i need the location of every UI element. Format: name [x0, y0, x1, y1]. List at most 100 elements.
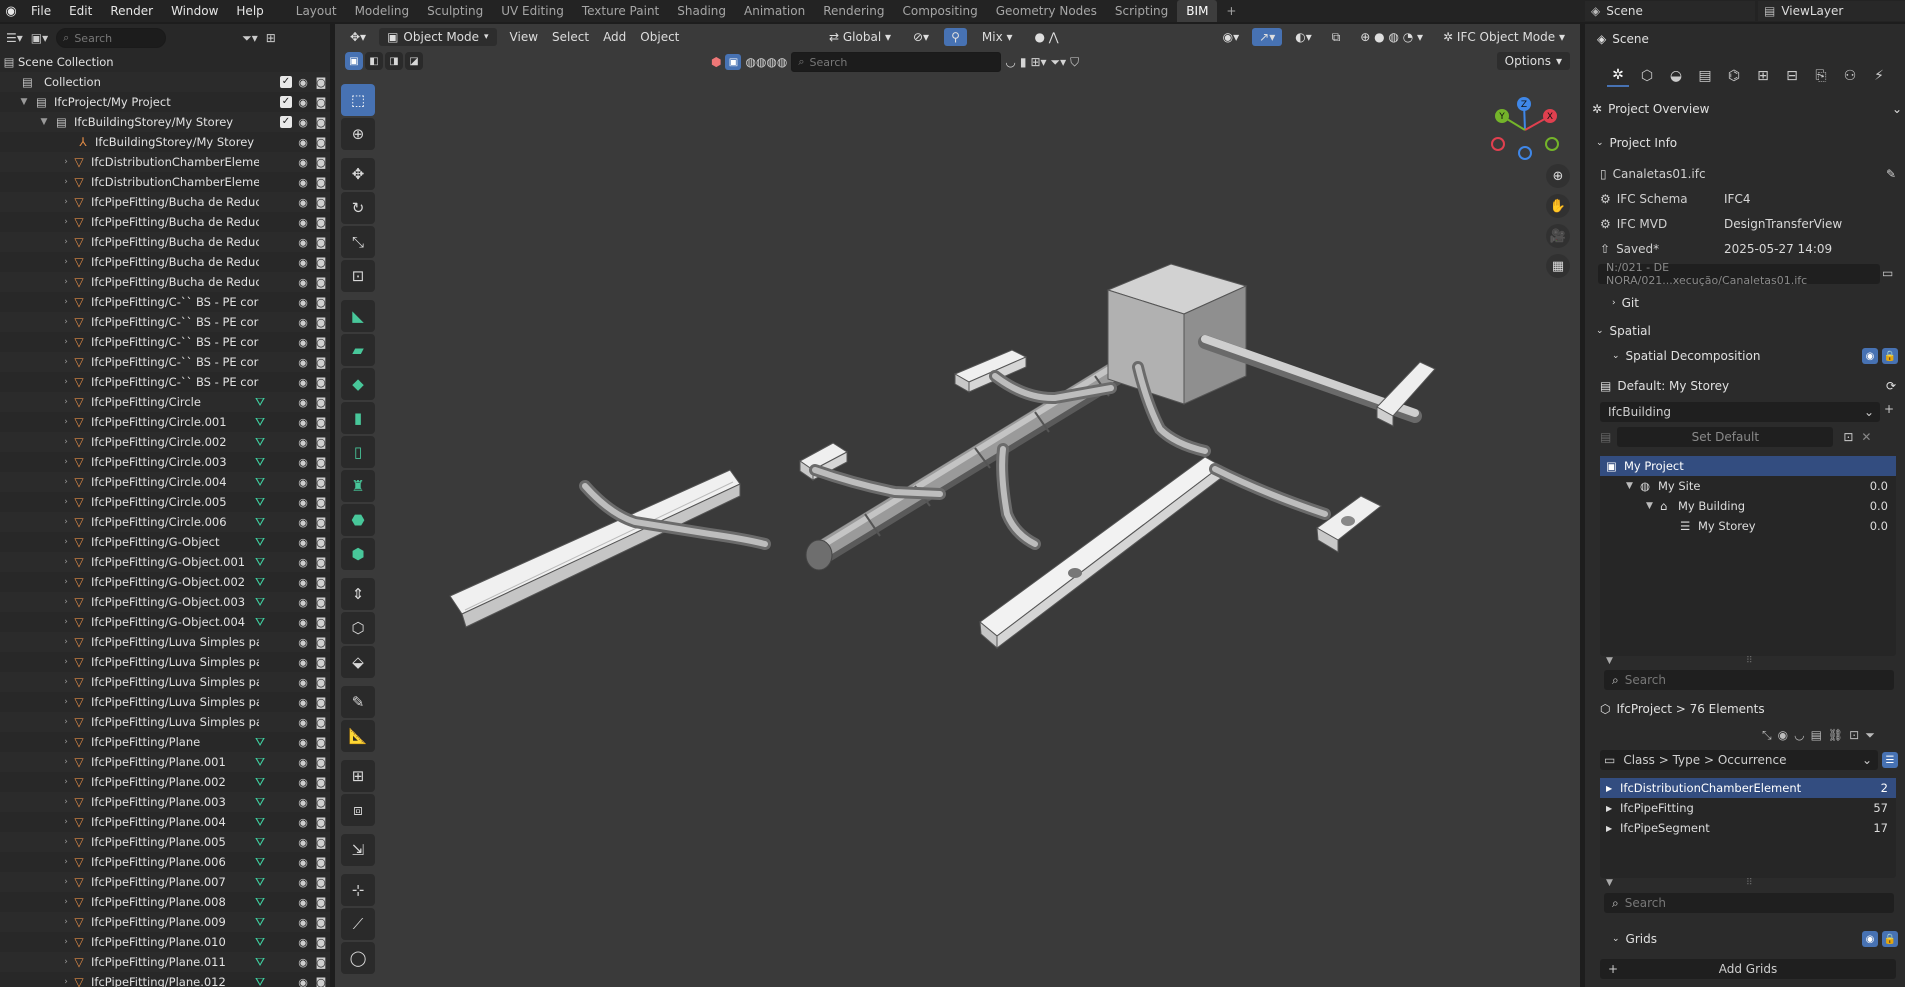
- render-camera-icon[interactable]: ◙: [314, 936, 328, 949]
- quality-tab-icon[interactable]: ⚇: [1839, 65, 1861, 87]
- visibility-eye-icon[interactable]: ◉: [296, 436, 310, 449]
- expand-arrow-icon[interactable]: ›: [60, 937, 72, 947]
- expand-handle-icon[interactable]: ▼: [1606, 656, 1613, 666]
- grids-header[interactable]: ⌄ Grids ◉ 🔒: [1612, 931, 1900, 947]
- distribution-chamber-box[interactable]: [1106, 263, 1248, 405]
- services-tab-icon[interactable]: ⌬: [1723, 65, 1745, 87]
- render-camera-icon[interactable]: ◙: [314, 136, 328, 149]
- outliner-object-row[interactable]: › ▽ IfcPipeFitting/Bucha de Reduci ◉ ◙: [0, 232, 330, 252]
- lock-icon[interactable]: 🔒: [1882, 931, 1898, 947]
- visibility-eye-icon[interactable]: ◉: [296, 656, 310, 669]
- modifier-icon[interactable]: ⛛: [255, 875, 265, 890]
- render-camera-icon[interactable]: ◙: [314, 236, 328, 249]
- outliner-object-row[interactable]: › ▽ IfcPipeFitting/Luva Simples pa ◉ ◙: [0, 712, 330, 732]
- visibility-eye-icon[interactable]: ◉: [296, 116, 310, 129]
- outliner-object-row[interactable]: › ▽ IfcPipeFitting/G-Object.002 ⛛ ◉ ◙: [0, 572, 330, 592]
- spatial-tree-list[interactable]: ▣ My Project ▼ ◍ My Site 0.0 ▼ ⌂ My Building 0.0 ☰…: [1600, 456, 1896, 656]
- class-list-item[interactable]: ▶ IfcPipeSegment 17: [1600, 818, 1896, 838]
- outliner-object-row[interactable]: › ▽ IfcPipeFitting/Plane.011 ⛛ ◉ ◙: [0, 952, 330, 972]
- modifier-icon[interactable]: ⛛: [255, 475, 265, 490]
- class-list-item[interactable]: ▶ IfcDistributionChamberElement 2: [1600, 778, 1896, 798]
- visibility-eye-icon[interactable]: ◉: [296, 556, 310, 569]
- project-info-header[interactable]: ⌄ Project Info: [1596, 136, 1677, 150]
- edit-pencil-icon[interactable]: ✎: [1886, 167, 1896, 181]
- expand-arrow-icon[interactable]: ›: [60, 557, 72, 567]
- visibility-eye-icon[interactable]: ◉: [296, 676, 310, 689]
- hide-icon[interactable]: ◡: [1794, 728, 1804, 743]
- outliner-object-row[interactable]: › ▽ IfcPipeFitting/Circle.006 ⛛ ◉ ◙: [0, 512, 330, 532]
- workspace-tab[interactable]: UV Editing: [492, 0, 573, 22]
- outliner-object-row[interactable]: › ▽ IfcPipeFitting/C-`` BS - PE cor ◉ ◙: [0, 292, 330, 312]
- render-camera-icon[interactable]: ◙: [314, 396, 328, 409]
- expand-arrow-icon[interactable]: ›: [60, 637, 72, 647]
- visibility-eye-icon[interactable]: ◉: [296, 136, 310, 149]
- modifier-icon[interactable]: ⛛: [255, 855, 265, 870]
- expand-arrow-icon[interactable]: ▼: [1646, 501, 1660, 511]
- render-camera-icon[interactable]: ◙: [314, 816, 328, 829]
- blender-logo-icon[interactable]: ◉: [0, 0, 22, 22]
- modifier-icon[interactable]: ⛛: [255, 975, 265, 987]
- outliner-object-row[interactable]: › ▽ IfcPipeFitting/G-Object ⛛ ◉ ◙: [0, 532, 330, 552]
- outliner-object-row[interactable]: › ▽ IfcPipeFitting/Circle.002 ⛛ ◉ ◙: [0, 432, 330, 452]
- expand-arrow-icon[interactable]: ›: [60, 477, 72, 487]
- visibility-eye-icon[interactable]: ◉: [296, 316, 310, 329]
- editor-type-icon[interactable]: ☰▾: [6, 31, 23, 45]
- display-mode-icon[interactable]: ▣▾: [31, 31, 48, 45]
- expand-arrow-icon[interactable]: ›: [60, 257, 72, 267]
- outliner-object-row[interactable]: › ▽ IfcPipeFitting/C-`` BS - PE cor ◉ ◙: [0, 352, 330, 372]
- link-icon[interactable]: ⛓: [1828, 728, 1843, 743]
- visibility-eye-icon[interactable]: ◉: [296, 876, 310, 889]
- render-camera-icon[interactable]: ◙: [314, 316, 328, 329]
- outliner-object-row[interactable]: › ▽ IfcPipeFitting/Luva Simples pa ◉ ◙: [0, 692, 330, 712]
- outliner-object-row[interactable]: › ▽ IfcPipeFitting/Circle.003 ⛛ ◉ ◙: [0, 452, 330, 472]
- visibility-eye-icon[interactable]: ◉: [296, 96, 310, 109]
- camera-view-icon[interactable]: 🎥: [1546, 224, 1570, 248]
- menu-render[interactable]: Render: [101, 0, 162, 22]
- perspective-grid-icon[interactable]: ▦: [1546, 254, 1570, 278]
- visibility-eye-icon[interactable]: ◉: [296, 516, 310, 529]
- visibility-eye-icon[interactable]: ◉: [296, 576, 310, 589]
- modifier-icon[interactable]: ⛛: [255, 755, 265, 770]
- isolate-icon[interactable]: ⤡: [1762, 728, 1772, 743]
- visibility-eye-icon[interactable]: ◉: [296, 596, 310, 609]
- render-camera-icon[interactable]: ◙: [314, 876, 328, 889]
- spatial-tree-item[interactable]: ☰ My Storey 0.0: [1600, 516, 1896, 536]
- expand-arrow-icon[interactable]: ›: [60, 237, 72, 247]
- render-camera-icon[interactable]: ◙: [314, 696, 328, 709]
- outliner-object-row[interactable]: › ▽ IfcPipeFitting/Plane.010 ⛛ ◉ ◙: [0, 932, 330, 952]
- outliner-object-row[interactable]: › ▽ IfcPipeFitting/Plane.005 ⛛ ◉ ◙: [0, 832, 330, 852]
- expand-arrow-icon[interactable]: ›: [60, 437, 72, 447]
- outliner-object-row[interactable]: › ▽ IfcPipeFitting/C-`` BS - PE cor ◉ ◙: [0, 332, 330, 352]
- visibility-eye-icon[interactable]: ◉: [296, 896, 310, 909]
- visibility-eye-icon[interactable]: ◉: [296, 956, 310, 969]
- visibility-eye-icon[interactable]: ◉: [296, 216, 310, 229]
- expand-arrow-icon[interactable]: ›: [60, 457, 72, 467]
- render-camera-icon[interactable]: ◙: [314, 416, 328, 429]
- visibility-eye-icon[interactable]: ◉: [296, 756, 310, 769]
- neg-y-handle[interactable]: [1545, 137, 1559, 151]
- expand-arrow-icon[interactable]: ▶: [1606, 824, 1620, 833]
- outliner-object-row[interactable]: › ▽ IfcPipeFitting/Circle.004 ⛛ ◉ ◙: [0, 472, 330, 492]
- visibility-eye-icon[interactable]: ◉: [296, 156, 310, 169]
- visibility-eye-icon[interactable]: ◉: [296, 916, 310, 929]
- render-camera-icon[interactable]: ◙: [314, 836, 328, 849]
- spatial-tree-item[interactable]: ▣ My Project: [1600, 456, 1896, 476]
- menu-file[interactable]: File: [22, 0, 60, 22]
- expand-arrow-icon[interactable]: ›: [60, 357, 72, 367]
- visibility-eye-icon[interactable]: ◉: [296, 636, 310, 649]
- folder-icon[interactable]: ▭: [1882, 266, 1893, 280]
- drawings-tab-icon[interactable]: ▤: [1694, 65, 1716, 87]
- resize-grip-icon[interactable]: ⠿: [1746, 878, 1753, 888]
- expand-arrow-icon[interactable]: ›: [60, 897, 72, 907]
- render-camera-icon[interactable]: ◙: [314, 656, 328, 669]
- outliner-object-row[interactable]: › ▽ IfcPipeFitting/Plane ⛛ ◉ ◙: [0, 732, 330, 752]
- workspace-tab[interactable]: Shading: [668, 0, 735, 22]
- exclude-checkbox[interactable]: ✓: [280, 76, 292, 88]
- project-collection-row[interactable]: ▼ ▤ IfcProject/My Project ✓ ◉ ◙: [0, 92, 330, 112]
- render-camera-icon[interactable]: ◙: [314, 756, 328, 769]
- modifier-icon[interactable]: ⛛: [255, 535, 265, 550]
- workspace-tab[interactable]: Texture Paint: [573, 0, 668, 22]
- outliner-object-row[interactable]: › ▽ IfcPipeFitting/Plane.006 ⛛ ◉ ◙: [0, 852, 330, 872]
- outliner-object-row[interactable]: › ▽ IfcPipeFitting/Luva Simples pa ◉ ◙: [0, 652, 330, 672]
- outliner-object-row[interactable]: › ▽ IfcPipeFitting/Plane.009 ⛛ ◉ ◙: [0, 912, 330, 932]
